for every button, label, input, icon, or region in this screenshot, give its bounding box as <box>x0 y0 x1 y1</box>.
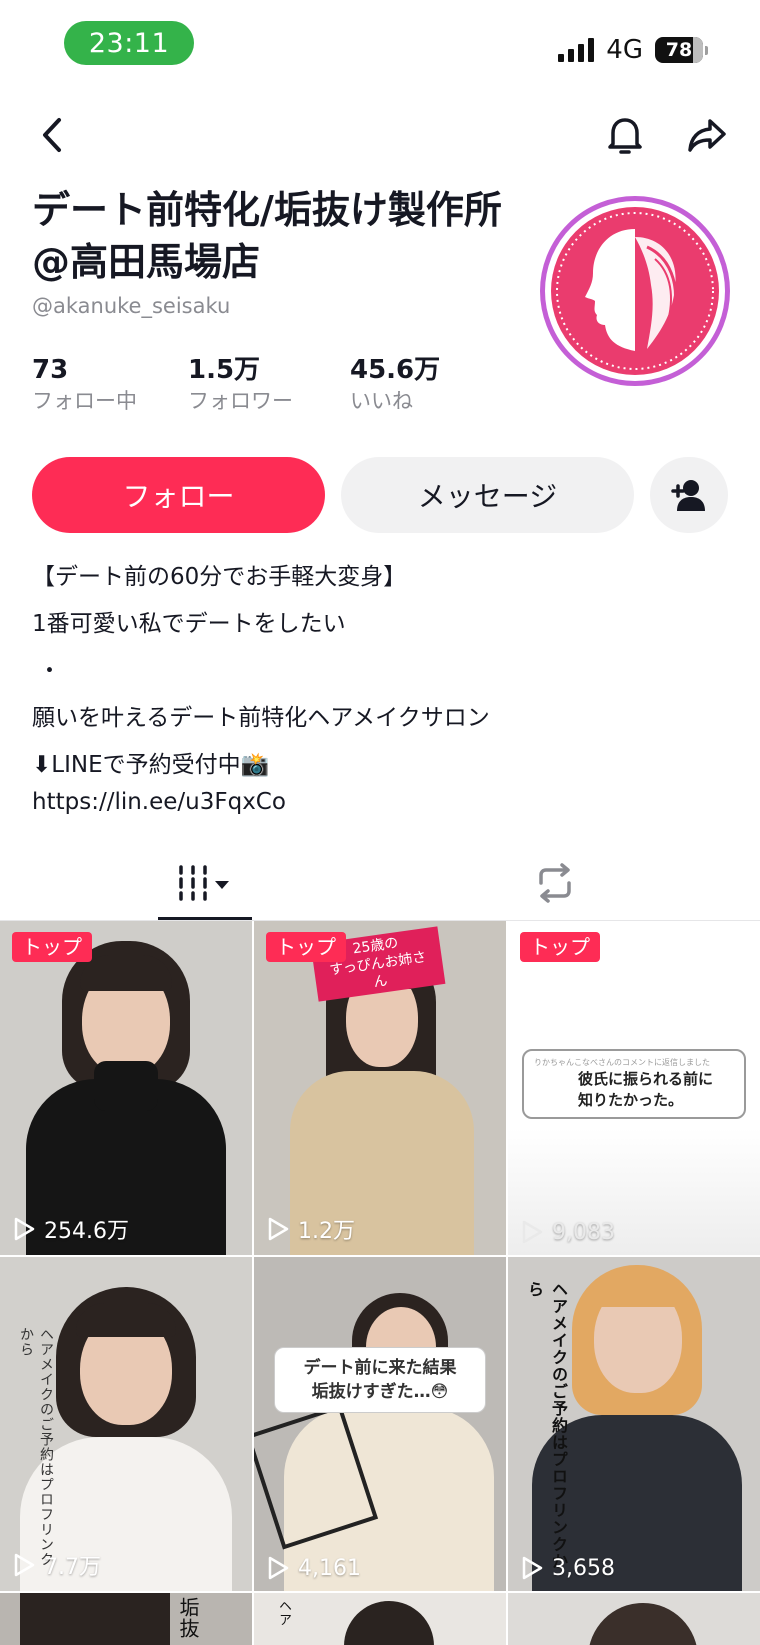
view-count: 7.7万 <box>12 1549 101 1581</box>
side-caption: ヘアメイクのご予約はプロフリンクから <box>18 1327 54 1567</box>
chevron-left-icon[interactable] <box>34 112 74 158</box>
view-count: 9,083 <box>520 1219 615 1245</box>
avatar-logo <box>551 207 719 375</box>
bio-link[interactable]: https://lin.ee/u3FqxCo <box>32 785 732 819</box>
view-count-value: 9,083 <box>552 1219 615 1245</box>
top-badge: トップ <box>520 932 600 962</box>
play-icon <box>14 1553 35 1577</box>
stat-following-count: 73 <box>32 355 69 385</box>
top-nav <box>0 100 760 170</box>
top-badge: トップ <box>12 932 92 962</box>
bio-line: 1番可愛い私でデートをしたい <box>32 611 346 637</box>
stat-followers-label: フォロワー <box>188 389 293 413</box>
profile-bio: 【デート前の60分でお手軽大変身】 1番可愛い私でデートをしたい ・ 願いを叶え… <box>32 560 732 819</box>
bio-line: ・ <box>38 658 61 684</box>
view-count-value: 3,658 <box>552 1555 615 1581</box>
stat-likes: 45.6万 いいね <box>350 354 470 416</box>
video-scene <box>254 1257 506 1591</box>
repost-icon <box>539 863 571 903</box>
add-friend-button[interactable] <box>650 457 728 533</box>
add-user-icon <box>671 480 705 511</box>
stat-followers-count: 1.5万 <box>188 355 261 385</box>
view-count-value: 7.7万 <box>44 1555 101 1580</box>
video-thumbnail[interactable]: りかちゃんこなべさんのコメントに返信しました 彼氏に振られる前に 知りたかった。… <box>508 921 760 1255</box>
side-caption: 垢抜 <box>176 1597 200 1639</box>
grid-columns-icon <box>179 865 229 901</box>
bio-line: 【デート前の60分でお手軽大変身】 <box>32 564 407 590</box>
video-thumbnail[interactable]: トップ 254.6万 <box>0 921 252 1255</box>
comment-reply-header: りかちゃんこなべさんのコメントに返信しました <box>534 1058 710 1067</box>
status-bar: 23:11 4G 78 <box>0 0 760 90</box>
profile-tabs <box>0 845 760 921</box>
signal-icon <box>558 38 595 62</box>
comment-reply-card: りかちゃんこなべさんのコメントに返信しました 彼氏に振られる前に 知りたかった。 <box>522 1049 746 1119</box>
top-badge: トップ <box>266 932 346 962</box>
play-icon <box>268 1217 289 1241</box>
video-thumbnail[interactable] <box>508 1593 760 1645</box>
stat-followers[interactable]: 1.5万 フォロワー <box>188 354 302 416</box>
video-grid: トップ 254.6万 25歳の すっぴんお姉さん トップ 1.2万 りかちゃんこ… <box>0 921 760 1645</box>
comment-reply-text: 彼氏に振られる前に 知りたかった。 <box>578 1070 714 1109</box>
view-count-value: 4,161 <box>298 1555 361 1581</box>
network-type: 4G <box>606 35 643 65</box>
tab-videos[interactable] <box>158 845 252 921</box>
play-icon <box>522 1556 543 1580</box>
view-count: 254.6万 <box>12 1213 129 1245</box>
profile-stats: 73 フォロー中 1.5万 フォロワー 45.6万 いいね <box>32 354 518 416</box>
status-indicators: 4G 78 <box>558 34 708 66</box>
video-thumbnail[interactable]: デート前に来た結果 垢抜けすぎた…😳 4,161 <box>254 1257 506 1591</box>
status-time: 23:11 <box>64 21 194 65</box>
video-thumbnail[interactable]: ヘアメイクのご予約はプロフリンクから 7.7万 <box>0 1257 252 1591</box>
video-thumbnail[interactable]: ヘアメイクのご予約はプロフリンクから 3,658 <box>508 1257 760 1591</box>
stat-following[interactable]: 73 フォロー中 <box>32 354 140 416</box>
video-thumbnail[interactable]: 垢抜 <box>0 1593 252 1645</box>
avatar[interactable] <box>540 196 730 386</box>
side-caption: ヘアメイクのご予約はプロフリンクから <box>525 1281 568 1570</box>
tab-reposts[interactable] <box>510 845 600 921</box>
view-count: 1.2万 <box>266 1213 355 1245</box>
profile-name: デート前特化/垢抜け製作所@高田馬場店 <box>32 188 502 284</box>
video-thumbnail[interactable]: ヘア <box>254 1593 506 1645</box>
stat-likes-label: いいね <box>350 389 413 413</box>
profile-handle: @akanuke_seisaku <box>32 294 231 318</box>
video-thumbnail[interactable]: 25歳の すっぴんお姉さん トップ 1.2万 <box>254 921 506 1255</box>
view-count-value: 254.6万 <box>44 1219 129 1244</box>
stat-likes-count: 45.6万 <box>350 355 441 385</box>
view-count: 3,658 <box>520 1555 615 1581</box>
stat-following-label: フォロー中 <box>32 389 137 413</box>
play-icon <box>14 1217 35 1241</box>
bio-line: 願いを叶えるデート前特化ヘアメイクサロン <box>32 705 490 731</box>
share-icon[interactable] <box>682 110 732 160</box>
side-caption: ヘア <box>276 1599 291 1627</box>
play-icon <box>268 1556 289 1580</box>
view-count: 4,161 <box>266 1555 361 1581</box>
message-button[interactable]: メッセージ <box>341 457 634 533</box>
follow-button[interactable]: フォロー <box>32 457 325 533</box>
video-caption: デート前に来た結果 垢抜けすぎた…😳 <box>274 1347 486 1413</box>
video-scene <box>0 921 252 1255</box>
bell-icon[interactable] <box>600 110 650 160</box>
battery-level: 78 <box>665 39 693 61</box>
battery-icon: 78 <box>655 37 708 63</box>
play-icon <box>522 1220 543 1244</box>
view-count-value: 1.2万 <box>298 1219 355 1244</box>
